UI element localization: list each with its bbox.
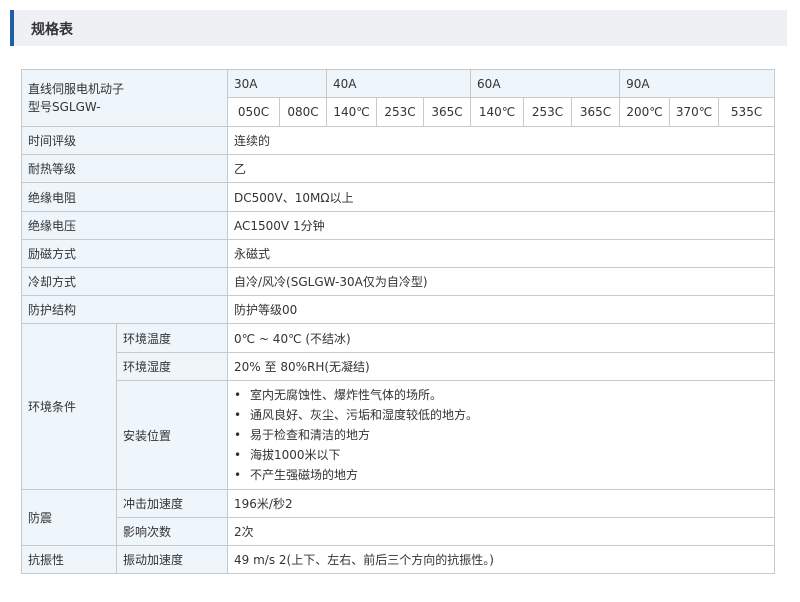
list-item: • 易于检查和清洁的地方 — [234, 425, 768, 445]
row-label-cooling: 冷却方式 — [20, 267, 229, 296]
bullet-icon: • — [234, 388, 242, 402]
model-cell: 370℃ — [669, 97, 720, 127]
value-installation: • 室内无腐蚀性、爆炸性气体的场所。 • 通风良好、灰尘、污垢和湿度较低的地方。 •… — [227, 380, 776, 490]
model-cell: 365C — [423, 97, 472, 127]
model-header-label: 直线伺服电机动子 型号SGLGW- — [28, 82, 125, 114]
model-header-cell: 直线伺服电机动子 型号SGLGW- — [20, 69, 229, 127]
model-cell: 080C — [279, 97, 328, 127]
row-label-insulation-voltage: 绝缘电压 — [20, 211, 229, 240]
value-vibration-acceleration: 49 m/s 2(上下、左右、前后三个方向的抗振性。) — [227, 545, 776, 574]
row-value-insulation-voltage: AC1500V 1分钟 — [227, 211, 776, 240]
row-label-time-rating: 时间评级 — [20, 126, 229, 155]
value-temperature: 0℃ ~ 40℃ (不结冰) — [227, 323, 776, 353]
row-label-insulation-resistance: 绝缘电阻 — [20, 182, 229, 212]
section-title: 规格表 — [31, 22, 73, 38]
model-cell: 253C — [376, 97, 425, 127]
model-cell: 200℃ — [619, 97, 671, 127]
row-value-heat-class: 乙 — [227, 154, 776, 183]
group-40A: 40A — [326, 69, 472, 98]
model-cell: 050C — [227, 97, 281, 127]
row-label-excitation: 励磁方式 — [20, 239, 229, 268]
row-label-protection: 防护结构 — [20, 295, 229, 324]
row-value-insulation-resistance: DC500V、10MΩ以上 — [227, 182, 776, 212]
model-cell: 535C — [718, 97, 776, 127]
list-item: • 海拔1000米以下 — [234, 445, 768, 465]
group-30A: 30A — [227, 69, 328, 98]
row-label-vibration: 抗振性 — [21, 545, 117, 574]
value-humidity: 20% 至 80%RH(无凝结) — [227, 352, 776, 381]
section-header: 规格表 — [10, 10, 787, 46]
list-item: • 不产生强磁场的地方 — [234, 465, 768, 485]
model-cell: 140℃ — [326, 97, 378, 127]
model-cell: 140℃ — [470, 97, 525, 127]
group-60A: 60A — [470, 69, 621, 98]
sublabel-humidity: 环境湿度 — [115, 352, 229, 381]
group-90A: 90A — [619, 69, 776, 98]
row-value-time-rating: 连续的 — [227, 126, 776, 155]
sublabel-shock-acceleration: 冲击加速度 — [115, 489, 229, 518]
row-label-heat-class: 耐热等级 — [20, 154, 229, 183]
row-value-excitation: 永磁式 — [227, 239, 776, 268]
bullet-icon: • — [234, 468, 242, 482]
sublabel-shock-count: 影响次数 — [115, 517, 229, 546]
bullet-icon: • — [234, 408, 242, 422]
sublabel-temperature: 环境温度 — [115, 323, 229, 353]
row-value-protection: 防护等级00 — [227, 295, 776, 324]
model-cell: 365C — [571, 97, 621, 127]
value-shock-acceleration: 196米/秒2 — [227, 489, 776, 518]
installation-list: • 室内无腐蚀性、爆炸性气体的场所。 • 通风良好、灰尘、污垢和湿度较低的地方。 •… — [234, 385, 768, 485]
sublabel-installation: 安装位置 — [115, 380, 229, 490]
row-value-cooling: 自冷/风冷(SGLGW-30A仅为自冷型) — [227, 267, 776, 296]
row-label-environment: 环境条件 — [21, 323, 117, 490]
spec-table: 直线伺服电机动子 型号SGLGW- 30A 40A 60A 90A 050C 0… — [20, 69, 776, 574]
list-item: • 通风良好、灰尘、污垢和湿度较低的地方。 — [234, 405, 768, 425]
row-label-shock: 防震 — [21, 489, 117, 546]
list-item: • 室内无腐蚀性、爆炸性气体的场所。 — [234, 385, 768, 405]
section-accent-bar — [10, 10, 14, 46]
value-shock-count: 2次 — [227, 517, 776, 546]
bullet-icon: • — [234, 448, 242, 462]
sublabel-vibration-acceleration: 振动加速度 — [115, 545, 229, 574]
bullet-icon: • — [234, 428, 242, 442]
model-cell: 253C — [523, 97, 573, 127]
